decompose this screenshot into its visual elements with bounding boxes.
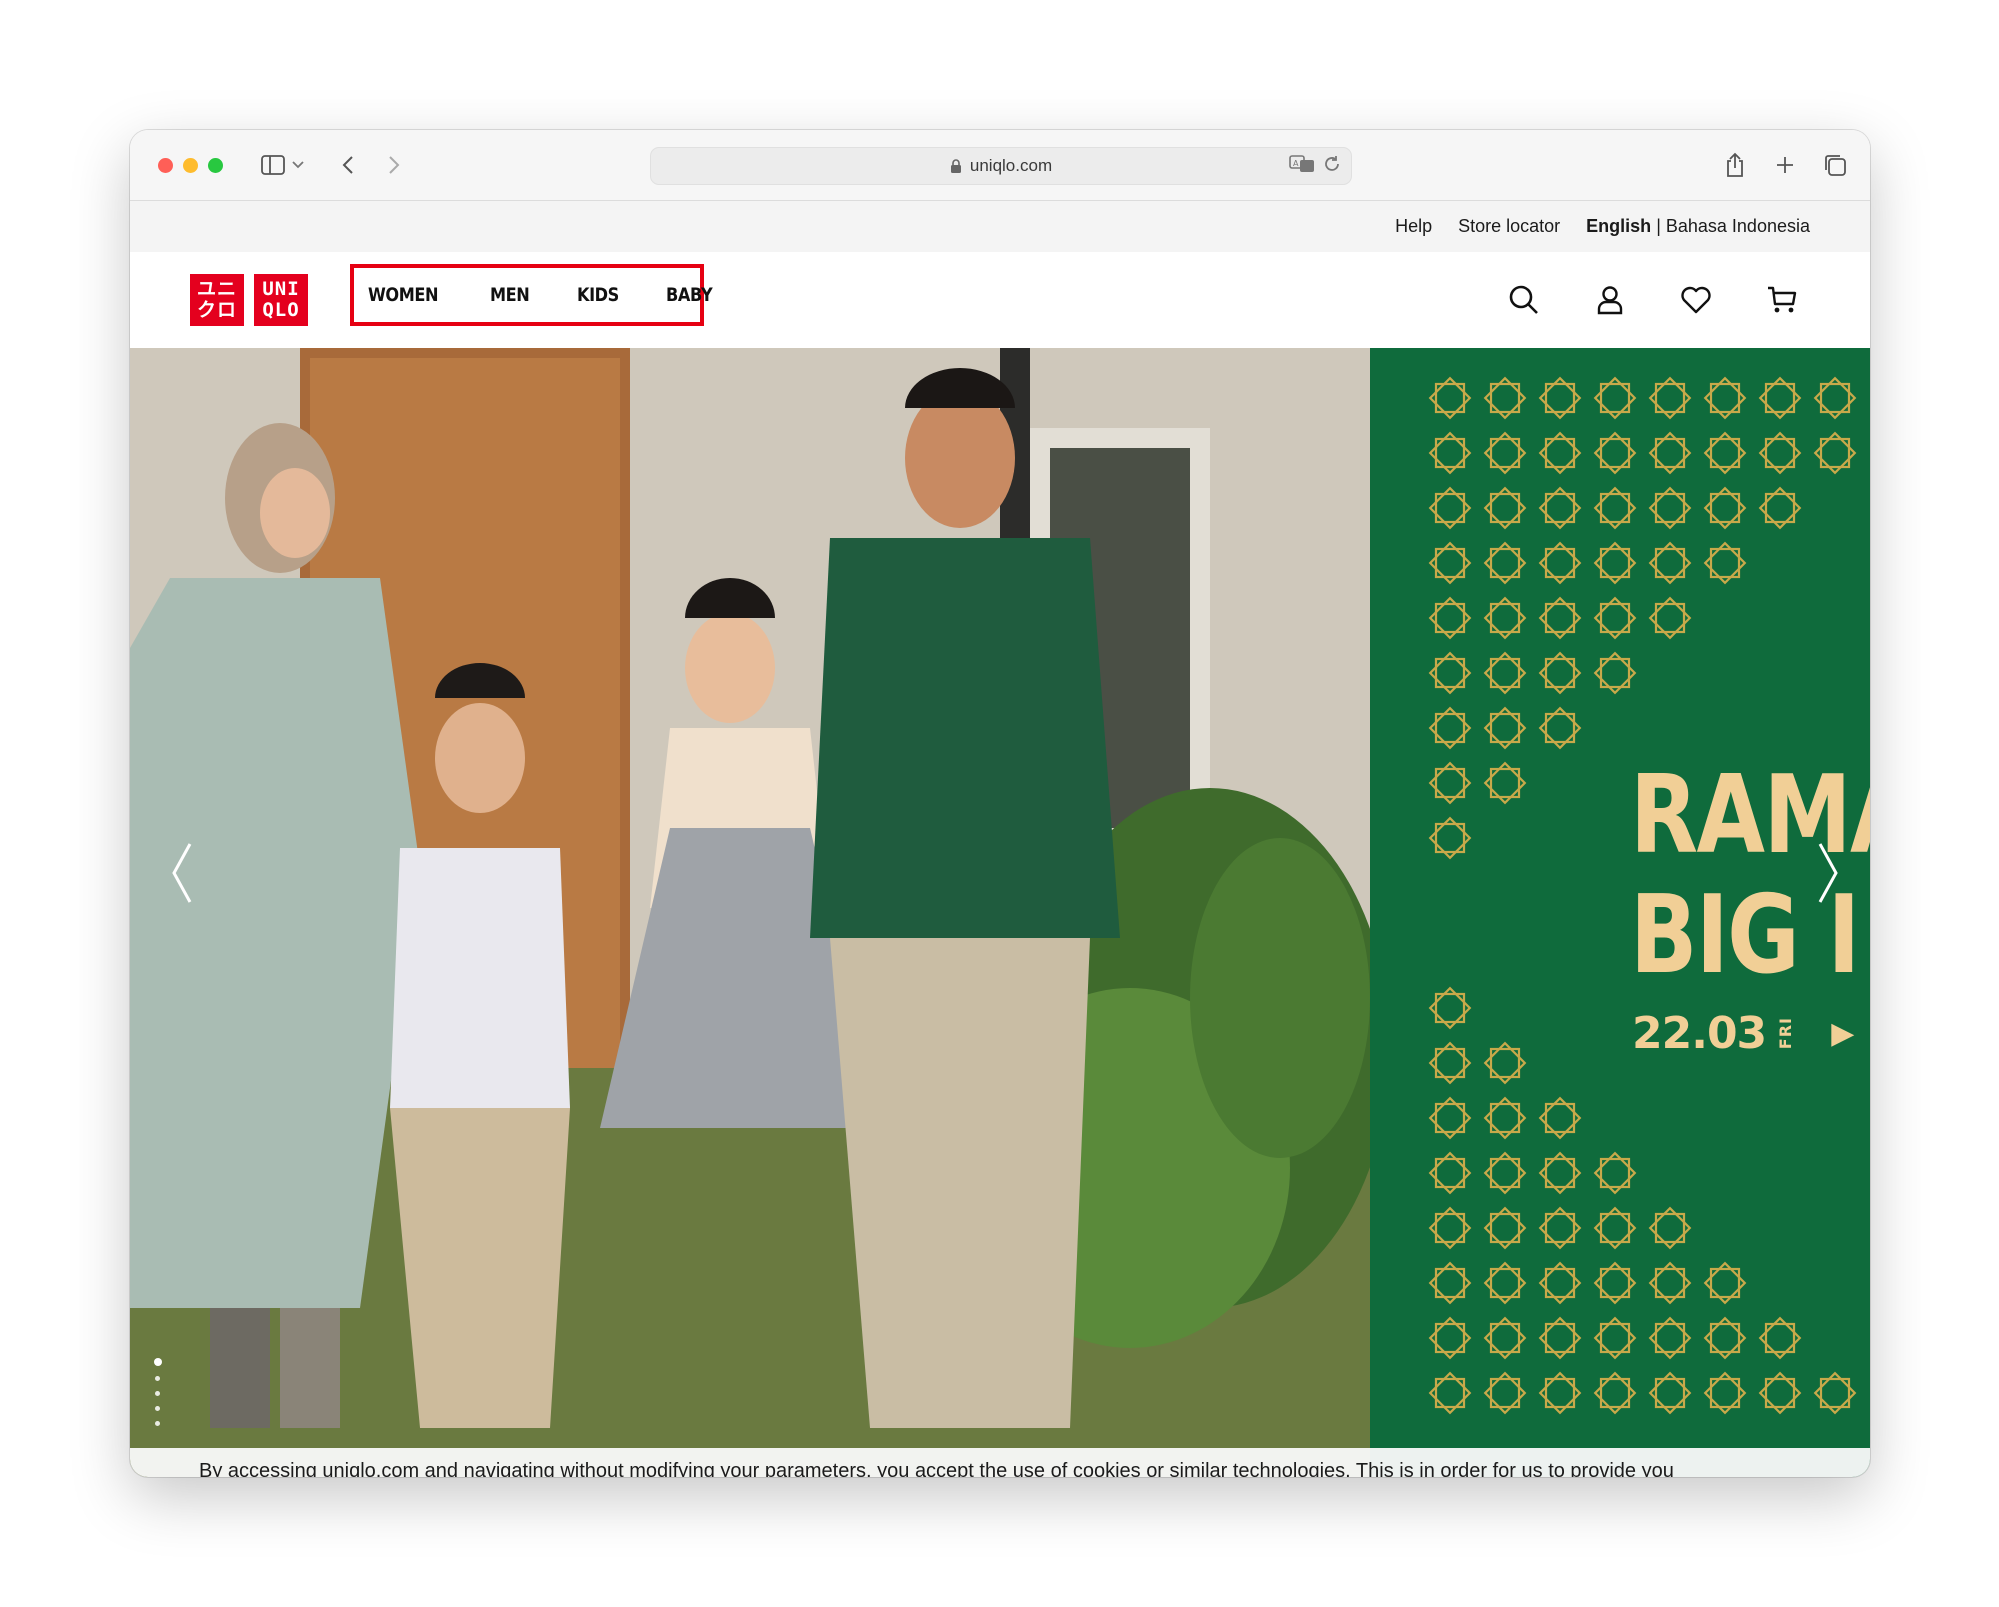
utility-bar: Help Store locator English | Bahasa Indo… (130, 201, 1870, 252)
language-separator: | (1656, 216, 1661, 236)
logo-katakana: ユニ クロ (190, 274, 244, 326)
hero-family-photo (130, 348, 1370, 1477)
carousel-dot[interactable] (155, 1406, 160, 1411)
nav-men[interactable]: MEN (490, 284, 530, 306)
logo-latin-bottom: QLO (262, 299, 300, 321)
uniqlo-logo[interactable]: ユニ クロ UNI QLO (190, 274, 308, 326)
store-locator-link[interactable]: Store locator (1458, 216, 1560, 237)
logo-latin-top: UNI (262, 278, 300, 300)
language-bahasa[interactable]: Bahasa Indonesia (1666, 216, 1810, 237)
wishlist-heart-icon[interactable] (1678, 282, 1714, 318)
language-english[interactable]: English (1586, 216, 1651, 237)
carousel-dot[interactable] (154, 1358, 162, 1366)
carousel-next-icon[interactable] (1808, 838, 1848, 908)
hero-carousel: RAMA BIG I 22.03 FRI ▶ By accessing uniq… (130, 348, 1870, 1477)
carousel-prev-icon[interactable] (162, 838, 202, 908)
sidebar-toggle-icon[interactable] (258, 148, 288, 182)
reload-icon[interactable] (1323, 155, 1341, 178)
carousel-dot[interactable] (155, 1376, 160, 1381)
address-bar-url: uniqlo.com (969, 156, 1053, 175)
forward-icon[interactable] (384, 148, 404, 182)
lock-icon (950, 158, 962, 174)
cookie-banner-text: By accessing uniqlo.com and navigating w… (199, 1460, 1674, 1477)
logo-katakana-top: ユニ (196, 278, 237, 300)
tab-overview-icon[interactable] (1820, 148, 1850, 182)
svg-text:A: A (1293, 159, 1299, 168)
nav-kids[interactable]: KIDS (577, 284, 619, 306)
cart-icon[interactable] (1764, 282, 1800, 318)
chevron-down-icon[interactable] (290, 148, 306, 182)
carousel-dot[interactable] (155, 1391, 160, 1396)
promo-date: 22.03 FRI ▶ (1632, 1008, 1854, 1059)
browser-window: uniqlo.com A Help Store locator English … (130, 130, 1870, 1477)
zoom-window-button[interactable] (208, 158, 223, 173)
translate-icon[interactable]: A (1289, 154, 1315, 179)
close-window-button[interactable] (158, 158, 173, 173)
nav-baby[interactable]: BABY (666, 284, 713, 306)
carousel-dot[interactable] (155, 1421, 160, 1426)
promo-play-icon: ▶ (1831, 1016, 1854, 1051)
browser-toolbar: uniqlo.com A (130, 130, 1870, 201)
promo-date-day: FRI (1776, 1017, 1796, 1050)
promo-panel[interactable]: RAMA BIG I 22.03 FRI ▶ (1370, 348, 1870, 1477)
help-link[interactable]: Help (1395, 216, 1432, 237)
main-nav: WOMEN MEN KIDS BABY (350, 264, 713, 326)
logo-latin: UNI QLO (254, 274, 308, 326)
address-bar[interactable]: uniqlo.com A (650, 147, 1352, 185)
new-tab-icon[interactable] (1770, 148, 1800, 182)
back-icon[interactable] (338, 148, 358, 182)
header-actions (1506, 282, 1800, 318)
nav-women[interactable]: WOMEN (368, 284, 438, 306)
account-icon[interactable] (1592, 282, 1628, 318)
search-icon[interactable] (1506, 282, 1542, 318)
logo-katakana-bottom: クロ (196, 299, 237, 321)
promo-date-value: 22.03 (1632, 1008, 1767, 1059)
carousel-dots (154, 1358, 162, 1426)
minimize-window-button[interactable] (183, 158, 198, 173)
share-icon[interactable] (1720, 148, 1750, 182)
cookie-banner: By accessing uniqlo.com and navigating w… (130, 1448, 1870, 1477)
site-header: ユニ クロ UNI QLO WOMEN MEN KIDS BABY (130, 252, 1870, 348)
